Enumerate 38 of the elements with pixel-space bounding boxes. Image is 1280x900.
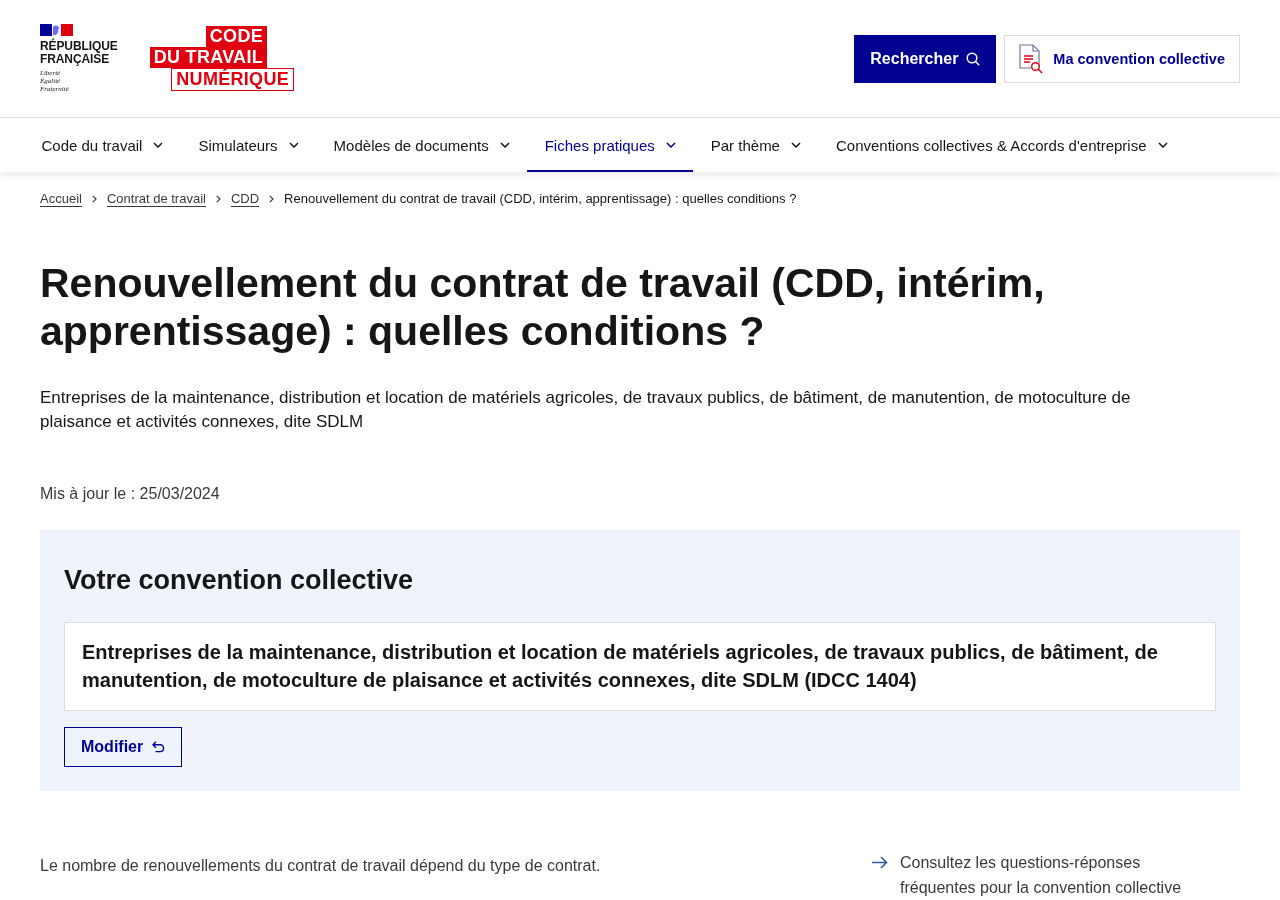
undo-icon [152, 741, 166, 753]
site-logo-text: NUMÉRIQUE [171, 68, 294, 91]
arrow-right-icon [872, 856, 888, 869]
nav-tab[interactable]: Conventions collectives & Accords d'entreprise [818, 118, 1185, 172]
update-date: Mis à jour le : 25/03/2024 [40, 484, 221, 504]
site-logo-text: DU TRAVAIL [149, 47, 267, 68]
breadcrumb-link[interactable]: Contrat de travail [106, 189, 206, 209]
convention-button[interactable]: Ma convention collective [1004, 34, 1240, 83]
convention-name: Entreprises de la maintenance, distribution et location de matériels agricoles, de travaux publics, de bâtiment, de manutention, de motoculture de plaisance et activités connexes, dite SDLM (IDCC 1404) [64, 622, 1216, 711]
site-logo-text: CODE [205, 26, 267, 47]
document-search-icon [1019, 43, 1044, 74]
chevron-down-icon [665, 142, 676, 148]
chevron-right-icon [269, 195, 275, 203]
chevron-down-icon [153, 142, 164, 148]
chevron-down-icon [1157, 142, 1168, 148]
search-button[interactable]: Rechercher [854, 34, 997, 83]
chevron-down-icon [499, 142, 510, 148]
intro-text: Le nombre de renouvellements du contrat de travail dépend du type de contrat. [40, 856, 602, 876]
modify-button[interactable]: Modifier [64, 727, 183, 767]
nav-tab[interactable]: Simulateurs [180, 118, 317, 172]
chevron-right-icon [91, 195, 97, 203]
faq-link[interactable]: Consultez les questions-réponses fréquentes pour la convention collective [872, 850, 1217, 900]
panel-heading: Votre convention collective [64, 564, 415, 597]
republic-name: RÉPUBLIQUE FRANÇAISE [40, 40, 118, 66]
chevron-down-icon [790, 142, 801, 148]
flag-icon [40, 24, 73, 36]
breadcrumb-link[interactable]: Accueil [40, 189, 82, 209]
nav-tab[interactable]: Modèles de documents [316, 118, 528, 172]
chevron-down-icon [288, 142, 299, 148]
page-subtitle: Entreprises de la maintenance, distribution et location de matériels agricoles, de travaux publics, de bâtiment, de manutention, de motoculture de plaisance et activités connexes, dite SDLM [40, 387, 1132, 433]
nav-tab[interactable]: Fiches pratiques [527, 118, 694, 172]
breadcrumb-current: Renouvellement du contrat de travail (CDD, intérim, apprentissage) : quelles conditions ? [284, 190, 797, 208]
page-title: Renouvellement du contrat de travail (CDD, intérim, apprentissage) : quelles conditions ? [40, 259, 1046, 355]
search-icon [966, 51, 981, 66]
nav-tab[interactable]: Code du travail [24, 118, 181, 172]
nav-tab[interactable]: Par thème [693, 118, 819, 172]
breadcrumb-link[interactable]: CDD [230, 189, 260, 209]
chevron-right-icon [215, 195, 221, 203]
